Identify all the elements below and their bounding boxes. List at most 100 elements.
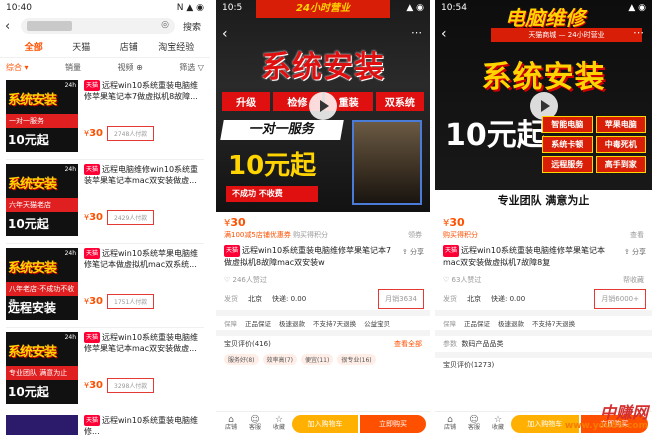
search-button[interactable]: 搜索: [179, 20, 205, 33]
item-price: ¥30: [84, 296, 104, 307]
back-arrow-icon[interactable]: ‹: [441, 26, 447, 42]
params-row[interactable]: 参数 数码产品品类: [435, 330, 652, 352]
tab-tmall[interactable]: 天猫: [58, 40, 106, 53]
add-to-cart-button[interactable]: 加入购物车: [292, 414, 358, 433]
list-item[interactable]: 24h 系统安装 六年天猫老店 10元起 天猫 远程电脑维修win10系统重装苹果…: [0, 160, 210, 243]
price-row: ¥30 2429人付款: [84, 210, 155, 225]
review-tag[interactable]: 服务好(8): [224, 353, 259, 365]
status-time: 10:40: [6, 3, 32, 13]
product-thumbnail[interactable]: [6, 415, 78, 435]
tab-all[interactable]: 全部: [10, 40, 58, 53]
product-thumbnail[interactable]: 24h 系统安装 专业团队 满意为止 10元起: [6, 332, 78, 404]
product-thumbnail[interactable]: 24h 系统安装 六年天猫老店 10元起: [6, 164, 78, 236]
thumb-title: 系统安装: [8, 177, 57, 192]
product-thumbnail[interactable]: 24h 系统安装 八年老店·不成功不收费 远程安装: [6, 248, 78, 320]
camera-icon[interactable]: ◎: [161, 20, 169, 30]
hero-title: 系统安装: [261, 50, 385, 85]
play-video-icon[interactable]: [309, 92, 337, 120]
list-item[interactable]: 24h 系统安装 一对一服务 10元起 天猫 远程win10系统重装电脑维修苹果笔…: [0, 76, 210, 159]
guarantee-item: 不支持7天退换: [532, 320, 576, 328]
back-arrow-icon[interactable]: ‹: [222, 26, 228, 42]
status-icons: ▲ ◉: [628, 3, 646, 13]
sold-count-highlight: 3298人付款: [107, 378, 155, 393]
thumb-sub: 10元起: [8, 217, 49, 231]
hero-service: 一对一服务: [220, 120, 344, 140]
review-tag[interactable]: 便宜(11): [301, 353, 334, 365]
price-row: ¥30 3298人付款: [84, 378, 155, 393]
sort-filter[interactable]: 筛选 ▽: [179, 62, 204, 73]
guarantee-item: 极速退款: [279, 320, 305, 328]
coupon-row[interactable]: 满100减5店铺优惠券 购买得积分 领券: [216, 228, 430, 242]
status-time: 10:5: [222, 3, 243, 13]
sold-count-highlight: 2748人付款: [107, 126, 155, 141]
share-button[interactable]: ⇪ 分享: [624, 246, 646, 258]
tmall-badge: 天猫: [443, 245, 460, 257]
tab-experience[interactable]: 淘宝经验: [153, 40, 201, 53]
sold-count-highlight: 2429人付款: [107, 210, 155, 225]
list-item[interactable]: 24h 系统安装 八年老店·不成功不收费 远程安装 天猫 远程win10系统苹果电…: [0, 244, 210, 327]
buy-now-button[interactable]: 立即购买: [360, 414, 426, 433]
hero-price-tag: 10元起: [228, 151, 317, 181]
thumb-title: 系统安装: [8, 261, 57, 276]
product-thumbnail[interactable]: 24h 系统安装 一对一服务 10元起: [6, 80, 78, 152]
product-detail-panel-b: 10:54 ▲ ◉ 电脑维修 天猫商城 — 24小时营业 ‹ ⋯ 系统安装 10…: [435, 0, 652, 435]
list-item[interactable]: 24h 系统安装 专业团队 满意为止 10元起 天猫 远程win10系统重装电脑维…: [0, 328, 210, 411]
search-input[interactable]: ◎: [21, 18, 175, 34]
reviews-header[interactable]: 宝贝评价(1273): [435, 352, 652, 372]
points-more[interactable]: 查看: [630, 230, 644, 240]
guarantee-row[interactable]: 保障 正品保证 极速退款 不支持7天退换 公益宝贝: [216, 310, 430, 330]
detail-price: ¥30: [224, 216, 246, 229]
reviews-header[interactable]: 宝贝评价(416) 查看全部: [216, 330, 430, 352]
service-button[interactable]: ☺ 客服: [244, 415, 266, 432]
back-arrow-icon[interactable]: ‹: [5, 19, 17, 34]
service-button[interactable]: ☺ 客服: [463, 414, 485, 432]
status-icons: ▲ ◉: [406, 3, 424, 13]
review-tag[interactable]: 效率高(7): [262, 353, 297, 365]
list-item[interactable]: 天猫 远程win10系统重装电脑维修...: [0, 411, 210, 435]
hero-cta: 不成功 不收费: [226, 186, 318, 202]
tmall-badge: 天猫: [84, 248, 101, 259]
chat-icon: ☺: [469, 414, 479, 425]
tab-shops[interactable]: 店铺: [105, 40, 153, 53]
guarantee-row[interactable]: 保障 正品保证 极速退款 不支持7天退换: [435, 310, 652, 330]
item-price: ¥30: [84, 380, 104, 391]
sort-sales[interactable]: 销量: [65, 62, 81, 73]
status-bar: 10:40 N ▲ ◉: [0, 0, 210, 16]
store-button[interactable]: ⌂ 店铺: [220, 415, 242, 432]
item-price: ¥30: [84, 128, 104, 139]
store-icon: ⌂: [447, 414, 453, 425]
sort-video[interactable]: 视频 ⊕: [118, 62, 143, 73]
likes-row: ♡ 246人赞过: [216, 272, 430, 288]
guarantee-item: 正品保证: [464, 320, 490, 328]
guarantee-label: 保障: [443, 320, 456, 328]
coupon-more[interactable]: 领券: [408, 230, 422, 240]
share-button[interactable]: ⇪ 分享: [402, 246, 424, 258]
item-title[interactable]: 天猫 远程win10系统重装电脑维修...: [84, 415, 204, 435]
thumb-sub: 10元起: [8, 385, 49, 399]
store-button[interactable]: ⌂ 店铺: [439, 414, 461, 432]
guarantee-item: 正品保证: [245, 320, 271, 328]
points-row[interactable]: 购买得积分 查看: [435, 228, 652, 242]
item-title[interactable]: 天猫 远程电脑维修win10系统重装苹果笔记本mac双安装做虚...: [84, 164, 204, 186]
hero-sub-banner: 天猫商城 — 24小时营业: [491, 28, 642, 42]
sort-overall[interactable]: 综合 ▾: [6, 62, 29, 73]
item-title[interactable]: 天猫 远程win10系统重装电脑维修苹果笔记本7做虚拟机8故障...: [84, 80, 204, 102]
thumb-red-band: 一对一服务: [6, 114, 78, 128]
product-hero-image[interactable]: 10:5 ▲ ◉ 24小时营业 ‹ ⋯ 系统安装 升级 检修 重装 双系统 一对…: [216, 0, 430, 212]
watermark-url: www.you85.com: [564, 421, 648, 431]
more-icon[interactable]: ⋯: [411, 26, 422, 39]
favorite-button[interactable]: ☆ 收藏: [268, 415, 290, 432]
reviews-view-all[interactable]: 查看全部: [394, 339, 422, 349]
result-tabs: 全部 天猫 店铺 淘宝经验: [0, 36, 210, 58]
points-text: 购买得积分: [443, 231, 478, 239]
thumb-sub: 10元起: [8, 133, 49, 147]
favorite-button[interactable]: ☆ 收藏: [487, 415, 509, 432]
favorite-helper[interactable]: 帮收藏: [623, 275, 644, 285]
item-title[interactable]: 天猫 远程win10系统苹果电脑维修笔记本做虚拟机mac双系统...: [84, 248, 204, 270]
review-tag[interactable]: 很专业(16): [337, 353, 376, 365]
product-hero-image[interactable]: 10:54 ▲ ◉ 电脑维修 天猫商城 — 24小时营业 ‹ ⋯ 系统安装 10…: [435, 0, 652, 212]
review-tags: 服务好(8) 效率高(7) 便宜(11) 很专业(16): [216, 352, 430, 366]
more-icon[interactable]: ⋯: [633, 26, 644, 39]
item-title[interactable]: 天猫 远程win10系统重装电脑维修苹果笔记本mac双安装做虚...: [84, 332, 204, 354]
ship-fee: 快递: 0.00: [491, 295, 526, 303]
